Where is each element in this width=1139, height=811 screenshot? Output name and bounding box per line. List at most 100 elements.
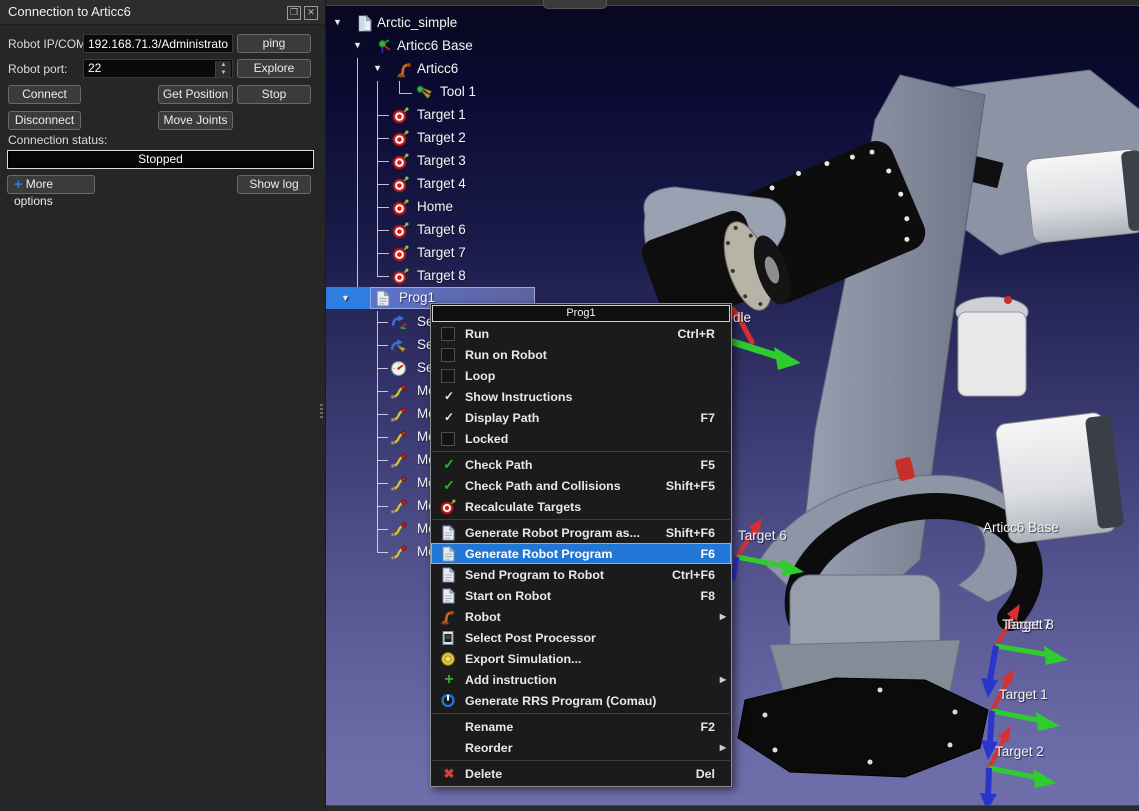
close-panel-icon[interactable]: ✕: [304, 6, 318, 20]
document-icon: [440, 546, 456, 562]
panel-title-bar[interactable]: Connection to Articc6 ❐ ✕: [0, 0, 325, 25]
explore-button[interactable]: Explore: [237, 59, 311, 78]
tree-item-label: Home: [417, 199, 453, 214]
target-icon: [392, 268, 409, 285]
checkbox-icon[interactable]: [441, 327, 455, 341]
menu-shortcut: F5: [701, 458, 731, 472]
menu-separator: [432, 451, 730, 452]
menu-separator: [432, 713, 730, 714]
tree-item-station[interactable]: ▼ Arctic_simple: [325, 12, 645, 35]
menu-item-add-instruction[interactable]: + Add instruction ▶: [431, 669, 731, 690]
chevron-down-icon[interactable]: ▼: [333, 17, 342, 27]
selection-expand-box[interactable]: ▼: [325, 287, 370, 309]
stop-button[interactable]: Stop: [237, 85, 311, 104]
connect-button[interactable]: Connect: [8, 85, 81, 104]
menu-item-label: Rename: [465, 720, 513, 734]
spinner-down-icon[interactable]: ▼: [221, 70, 227, 76]
disconnect-button[interactable]: Disconnect: [8, 111, 81, 130]
menu-item-recalculate-targets[interactable]: Recalculate Targets: [431, 496, 731, 517]
tree-item-robot[interactable]: ▼ Articc6: [325, 58, 645, 81]
move-joints-button[interactable]: Move Joints: [158, 111, 233, 130]
tree-item-target-1[interactable]: Target 1: [325, 104, 645, 127]
menu-item-label: Display Path: [465, 411, 539, 425]
spinner-up-icon[interactable]: ▲: [221, 62, 227, 68]
port-input[interactable]: 22 ▲ ▼: [83, 59, 233, 78]
document-icon: [440, 588, 456, 604]
menu-item-delete[interactable]: ✖ Delete Del: [431, 763, 731, 784]
get-position-button[interactable]: Get Position: [158, 85, 233, 104]
tree-item-label: Target 4: [417, 176, 466, 191]
menu-shortcut: F8: [701, 589, 731, 603]
move-icon: [390, 406, 407, 423]
status-value: Stopped: [7, 150, 314, 169]
show-log-button[interactable]: Show log: [237, 175, 311, 194]
menu-item-send-program[interactable]: Send Program to Robot Ctrl+F6: [431, 564, 731, 585]
menu-item-reorder[interactable]: Reorder ▶: [431, 737, 731, 758]
checkbox-icon[interactable]: [441, 432, 455, 446]
label-articc6-base[interactable]: Articc6 Base: [983, 520, 1059, 535]
more-options-button[interactable]: +More options: [7, 175, 95, 194]
tree-item-target-6[interactable]: Target 6: [325, 219, 645, 242]
menu-item-start-on-robot[interactable]: Start on Robot F8: [431, 585, 731, 606]
tree-item-label: Target 8: [417, 268, 466, 283]
chevron-down-icon[interactable]: ▼: [373, 63, 382, 73]
document-icon: [440, 567, 456, 583]
tree-item-target-4[interactable]: Target 4: [325, 173, 645, 196]
menu-item-select-post-processor[interactable]: Select Post Processor: [431, 627, 731, 648]
menu-item-run-on-robot[interactable]: Run on Robot: [431, 344, 731, 365]
checkbox-icon[interactable]: [441, 369, 455, 383]
port-spinner[interactable]: ▲ ▼: [215, 61, 231, 78]
tree-item-home[interactable]: Home: [325, 196, 645, 219]
menu-item-generate-program-as[interactable]: Generate Robot Program as... Shift+F6: [431, 522, 731, 543]
tree-item-label: Target 6: [417, 222, 466, 237]
tool-icon: [416, 84, 433, 101]
menu-item-label: Check Path: [465, 458, 532, 472]
label-target-6[interactable]: Target 6: [738, 528, 787, 543]
panel-splitter-handle[interactable]: [318, 400, 324, 422]
label-target-1[interactable]: Target 1: [999, 687, 1048, 702]
export-simulation-icon: [440, 651, 456, 667]
label-target-2[interactable]: Target 2: [995, 744, 1044, 759]
menu-item-label: Start on Robot: [465, 589, 551, 603]
tree-item-base-frame[interactable]: ▼ Articc6 Base: [325, 35, 645, 58]
label-target-8[interactable]: Target 8: [1005, 617, 1054, 632]
viewport-top-strip: [325, 0, 1139, 6]
tree-item-target-3[interactable]: Target 3: [325, 150, 645, 173]
menu-item-check-path-collisions[interactable]: ✓ Check Path and Collisions Shift+F5: [431, 475, 731, 496]
tree-item-target-7[interactable]: Target 7: [325, 242, 645, 265]
menu-item-show-instructions[interactable]: ✓ Show Instructions: [431, 386, 731, 407]
ping-button[interactable]: ping: [237, 34, 311, 53]
menu-item-rename[interactable]: Rename F2: [431, 716, 731, 737]
menu-item-label: Run: [465, 327, 489, 341]
viewport-bottom-strip: [325, 805, 1139, 811]
tree-item-target-2[interactable]: Target 2: [325, 127, 645, 150]
tree-item-target-8[interactable]: Target 8: [325, 265, 645, 288]
chevron-down-icon[interactable]: ▼: [341, 293, 350, 303]
menu-item-export-simulation[interactable]: Export Simulation...: [431, 648, 731, 669]
checkbox-icon[interactable]: [441, 348, 455, 362]
document-icon: [440, 525, 456, 541]
float-panel-icon[interactable]: ❐: [287, 6, 301, 20]
tree-item-tool[interactable]: Tool 1: [325, 81, 645, 104]
rrs-comau-icon: [440, 693, 456, 709]
menu-item-generate-program[interactable]: Generate Robot Program F6: [431, 543, 731, 564]
menu-item-run[interactable]: Run Ctrl+R: [431, 323, 731, 344]
menu-item-label: Add instruction: [465, 673, 557, 687]
ip-input[interactable]: [83, 34, 233, 53]
label-middle-fragment[interactable]: dle: [733, 310, 751, 325]
menu-item-check-path[interactable]: ✓ Check Path F5: [431, 454, 731, 475]
menu-item-generate-rrs[interactable]: Generate RRS Program (Comau): [431, 690, 731, 711]
frame-icon: [376, 38, 393, 55]
chevron-down-icon[interactable]: ▼: [353, 40, 362, 50]
menu-shortcut: F6: [701, 547, 731, 561]
menu-item-robot[interactable]: Robot ▶: [431, 606, 731, 627]
set-speed-icon: [390, 360, 407, 377]
menu-item-label: Generate RRS Program (Comau): [465, 694, 656, 708]
menu-item-label: Robot: [465, 610, 501, 624]
menu-item-display-path[interactable]: ✓ Display Path F7: [431, 407, 731, 428]
menu-item-label: Delete: [465, 767, 502, 781]
menu-item-locked[interactable]: Locked: [431, 428, 731, 449]
toolbar-collapse-tab[interactable]: [543, 0, 607, 9]
menu-item-loop[interactable]: Loop: [431, 365, 731, 386]
target-icon: [392, 176, 409, 193]
